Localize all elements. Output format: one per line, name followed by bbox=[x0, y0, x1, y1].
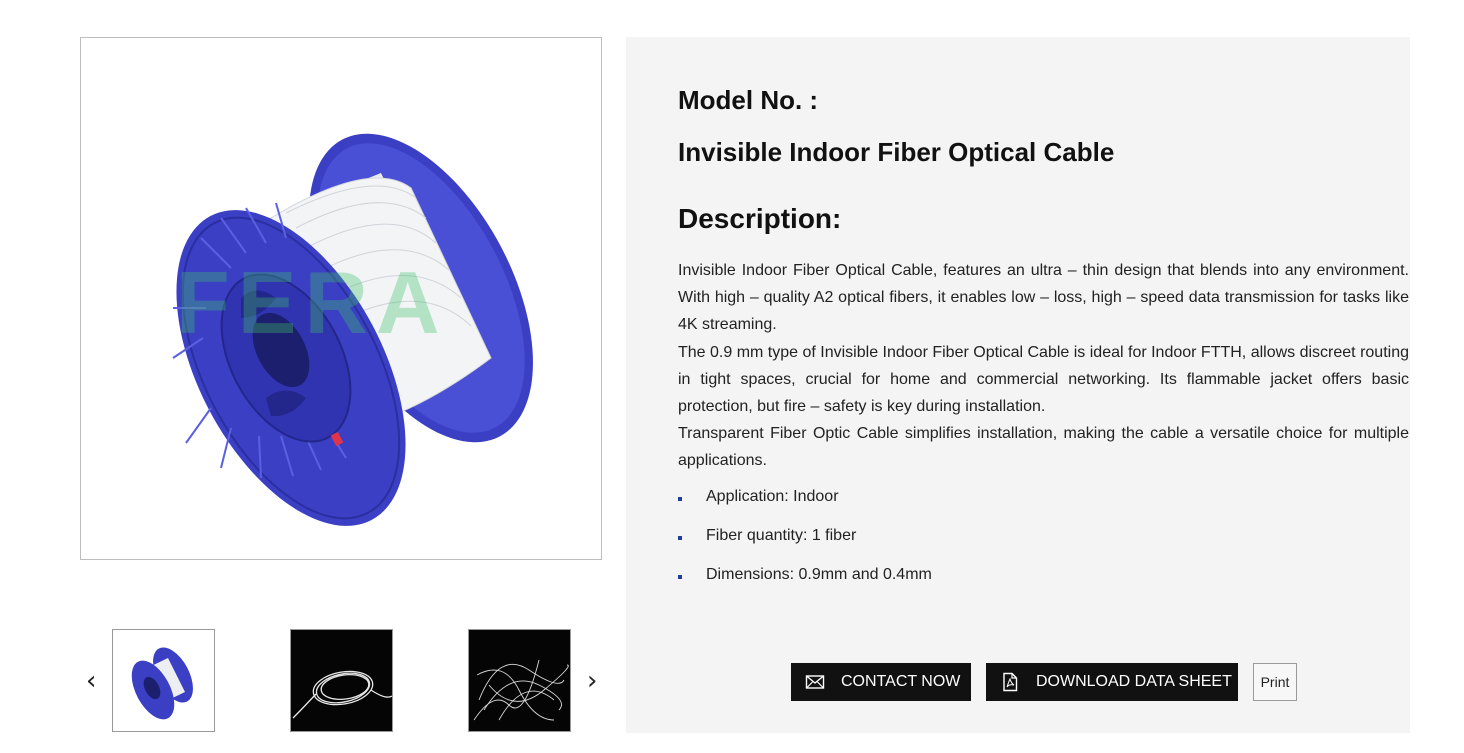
loose-fiber-thumbnail-image bbox=[469, 630, 570, 731]
spec-text: Application: Indoor bbox=[706, 488, 839, 505]
download-data-sheet-label: DOWNLOAD DATA SHEET bbox=[1036, 673, 1232, 690]
spec-item: Application: Indoor bbox=[678, 487, 932, 526]
watermark-logo: FERA bbox=[176, 253, 448, 352]
spec-text: Fiber quantity: 1 fiber bbox=[706, 527, 857, 544]
coil-thumbnail-image bbox=[291, 630, 392, 731]
bullet-icon bbox=[678, 575, 682, 579]
product-title: Invisible Indoor Fiber Optical Cable bbox=[678, 137, 1115, 167]
spool-thumbnail-image bbox=[113, 630, 214, 731]
contact-now-label: CONTACT NOW bbox=[841, 673, 961, 690]
contact-now-button[interactable]: CONTACT NOW bbox=[791, 663, 971, 701]
spec-text: Dimensions: 0.9mm and 0.4mm bbox=[706, 566, 932, 583]
bullet-icon bbox=[678, 497, 682, 501]
spec-list: Application: Indoor Fiber quantity: 1 fi… bbox=[678, 487, 932, 604]
thumbnail-spool[interactable] bbox=[112, 629, 215, 732]
description-heading: Description: bbox=[678, 203, 842, 234]
pdf-file-icon bbox=[1000, 672, 1020, 692]
thumbnail-coil[interactable] bbox=[290, 629, 393, 732]
thumbnail-prev-arrow[interactable]: ‹ bbox=[86, 664, 96, 698]
fiber-spool-illustration: FERA bbox=[172, 133, 533, 526]
download-data-sheet-button[interactable]: DOWNLOAD DATA SHEET bbox=[986, 663, 1238, 701]
description-paragraph: The 0.9 mm type of Invisible Indoor Fibe… bbox=[678, 343, 1409, 416]
description-paragraph: Invisible Indoor Fiber Optical Cable, fe… bbox=[678, 262, 1409, 334]
spec-item: Dimensions: 0.9mm and 0.4mm bbox=[678, 565, 932, 604]
model-number-label: Model No. : bbox=[678, 85, 819, 115]
description-paragraph: Transparent Fiber Optic Cable simplifies… bbox=[678, 425, 1409, 470]
print-button[interactable]: Print bbox=[1253, 663, 1297, 701]
product-info-panel: Model No. : Invisible Indoor Fiber Optic… bbox=[626, 37, 1410, 733]
spec-item: Fiber quantity: 1 fiber bbox=[678, 526, 932, 565]
envelope-icon bbox=[805, 672, 825, 692]
main-product-image[interactable]: FERA bbox=[80, 37, 602, 560]
thumbnail-loose-fiber[interactable] bbox=[468, 629, 571, 732]
description-body: Invisible Indoor Fiber Optical Cable, fe… bbox=[678, 257, 1409, 475]
thumbnail-next-arrow[interactable]: › bbox=[587, 664, 597, 698]
bullet-icon bbox=[678, 536, 682, 540]
